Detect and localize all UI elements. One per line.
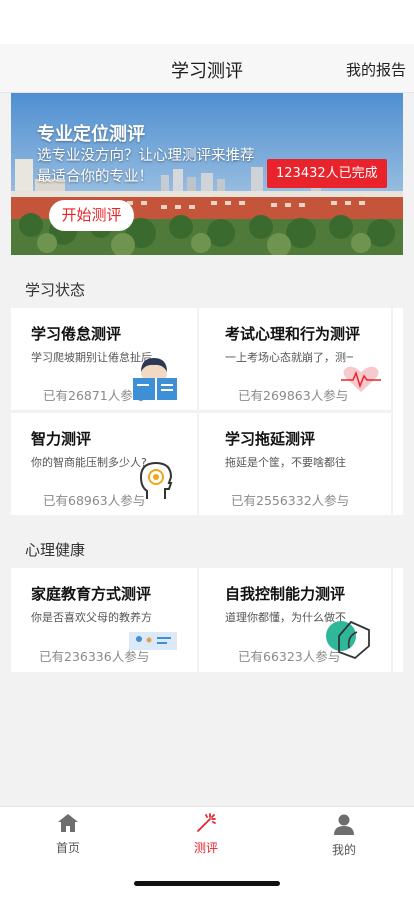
card-procrastination[interactable]: 学习拖延测评 拖延是个筐，不要啥都往 已有2556332人参与 xyxy=(199,413,391,515)
heartbeat-icon xyxy=(341,366,381,392)
card-title: 家庭教育方式测评 xyxy=(31,585,152,603)
completed-count-badge: 123432人已完成 xyxy=(267,159,387,188)
card-title: 自我控制能力测评 xyxy=(225,585,346,603)
card-title: 考试心理和行为测评 xyxy=(225,325,361,343)
banner-title: 专业定位测评 xyxy=(37,124,145,145)
reading-student-icon xyxy=(133,358,177,400)
assessment-icon xyxy=(197,813,216,832)
card-desc: 一上考场心态就崩了，测一 xyxy=(225,351,353,364)
status-bar xyxy=(0,0,414,44)
next-card-peek xyxy=(393,568,403,672)
tab-assessment[interactable]: 测评 xyxy=(166,813,246,856)
home-icon xyxy=(58,814,78,832)
card-title: 学习拖延测评 xyxy=(225,430,316,448)
tab-profile[interactable]: 我的 xyxy=(304,813,384,858)
card-study-burnout[interactable]: 学习倦怠测评 学习爬坡期别让倦怠扯后 已有26871人参与 xyxy=(11,308,197,410)
section-title-mental-health: 心理健康 xyxy=(25,541,86,559)
card-title: 学习倦怠测评 xyxy=(31,325,122,343)
card-iq[interactable]: 智力测评 你的智商能压制多少人? 已有68963人参与 xyxy=(11,413,197,515)
card-desc: 拖延是个筐，不要啥都往 xyxy=(225,456,346,469)
card-self-control[interactable]: 自我控制能力测评 道理你都懂，为什么做不 已有66323人参与 xyxy=(199,568,391,672)
card-desc: 你是否喜欢父母的教养方 xyxy=(31,611,152,624)
tab-label: 我的 xyxy=(331,843,356,857)
card-exam-psychology[interactable]: 考试心理和行为测评 一上考场心态就崩了，测一 已有269863人参与 xyxy=(199,308,391,410)
family-illustration-icon xyxy=(129,632,177,650)
section-title-study-status: 学习状态 xyxy=(25,281,86,299)
profile-icon xyxy=(334,814,354,835)
card-participants: 已有269863人参与 xyxy=(238,388,349,403)
card-title: 智力测评 xyxy=(31,430,92,448)
brain-head-icon xyxy=(139,461,173,499)
next-card-peek xyxy=(393,308,403,515)
nav-bar: 学习测评 我的报告 xyxy=(0,44,414,93)
card-family-education[interactable]: 家庭教育方式测评 你是否喜欢父母的教养方 已有236336人参与 xyxy=(11,568,197,672)
card-participants: 已有68963人参与 xyxy=(43,493,146,508)
banner-subtitle: 选专业没方向？让心理测评来推荐最适合你的专业！ xyxy=(37,148,255,185)
card-participants: 已有26871人参与 xyxy=(43,388,146,403)
card-participants: 已有2556332人参与 xyxy=(231,493,350,508)
shield-icon xyxy=(326,620,370,660)
tab-home[interactable]: 首页 xyxy=(28,813,108,856)
hero-banner[interactable]: 专业定位测评 选专业没方向？让心理测评来推荐最适合你的专业！ 123432人已完… xyxy=(11,93,403,255)
tab-label: 测评 xyxy=(193,841,218,855)
start-assessment-button[interactable]: 开始测评 xyxy=(49,200,134,231)
home-indicator xyxy=(134,881,280,886)
my-report-button[interactable]: 我的报告 xyxy=(346,59,406,80)
tab-label: 首页 xyxy=(55,841,80,855)
